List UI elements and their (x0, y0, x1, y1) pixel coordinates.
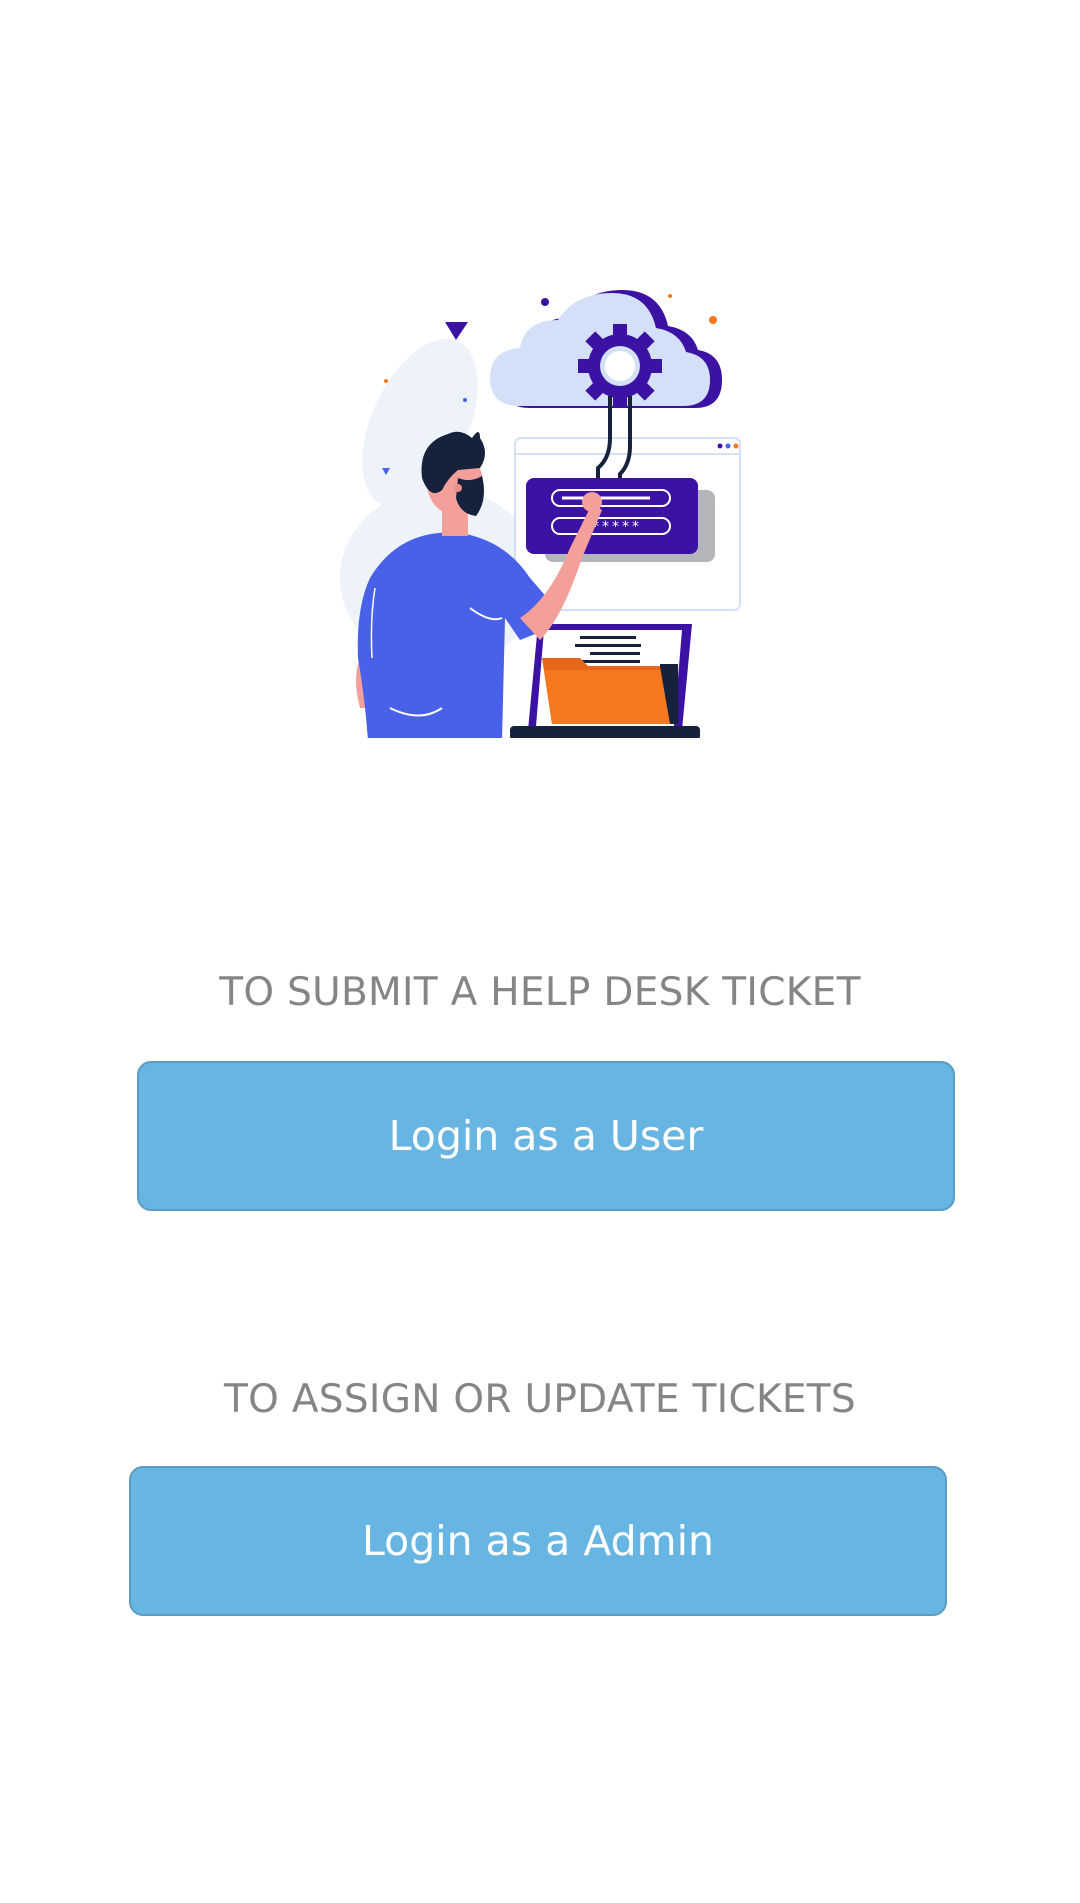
gear-icon (578, 324, 662, 408)
admin-section-caption: TO ASSIGN OR UPDATE TICKETS (224, 1377, 856, 1422)
login-as-admin-button[interactable]: Login as a Admin (129, 1466, 947, 1616)
help-desk-illustration: ****** (330, 278, 770, 738)
triangle-decoration-icon (445, 322, 468, 340)
login-as-user-button[interactable]: Login as a User (137, 1061, 955, 1211)
user-section-caption: TO SUBMIT A HELP DESK TICKET (219, 970, 861, 1015)
